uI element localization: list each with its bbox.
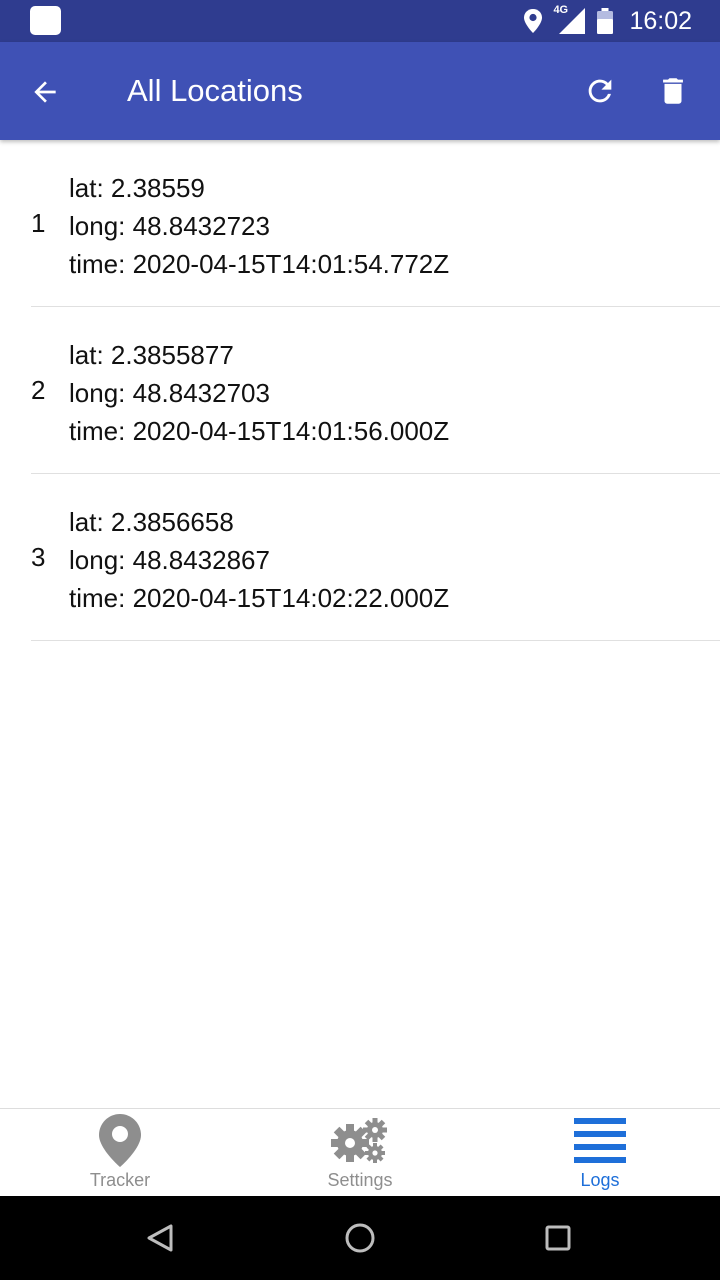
signal-status-icon: 4G — [553, 4, 587, 36]
status-indicators: 4G 16:02 — [523, 0, 692, 42]
longitude-text: long: 48.8432723 — [69, 211, 270, 241]
list-item[interactable]: 3 lat: 2.3856658 long: 48.8432867 time: … — [31, 474, 720, 641]
list-item-index: 3 — [31, 542, 46, 572]
menu-lines-icon — [574, 1117, 626, 1163]
network-type-label: 4G — [553, 4, 569, 16]
refresh-button[interactable] — [575, 66, 625, 116]
status-time: 16:02 — [629, 6, 692, 35]
location-status-icon — [524, 9, 543, 33]
status-bar: 4G 16:02 — [0, 0, 720, 42]
page-title: All Locations — [127, 73, 303, 108]
location-pin-icon — [99, 1114, 141, 1167]
arrow-back-icon — [34, 81, 56, 103]
square-recents-icon — [545, 1225, 571, 1251]
refresh-icon — [588, 79, 612, 103]
list-item-index: 1 — [31, 208, 46, 238]
timestamp-text: time: 2020-04-15T14:02:22.000Z — [69, 583, 450, 613]
app-notification-icon — [30, 6, 61, 35]
locations-list: 1 lat: 2.38559 long: 48.8432723 time: 20… — [0, 140, 720, 641]
timestamp-text: time: 2020-04-15T14:01:54.772Z — [69, 249, 450, 279]
system-back-button[interactable] — [135, 1213, 185, 1263]
list-item-details: lat: 2.38559 long: 48.8432723 time: 2020… — [69, 169, 449, 283]
triangle-back-icon — [147, 1224, 173, 1252]
tab-label: Logs — [580, 1170, 620, 1190]
delete-button[interactable] — [648, 66, 698, 116]
bottom-tab-bar: Tracker Settings Logs — [0, 1108, 720, 1196]
longitude-text: long: 48.8432703 — [69, 378, 270, 408]
list-item-index: 2 — [31, 375, 46, 405]
timestamp-text: time: 2020-04-15T14:01:56.000Z — [69, 416, 450, 446]
list-item-details: lat: 2.3856658 long: 48.8432867 time: 20… — [69, 503, 449, 617]
tab-logs[interactable]: Logs — [480, 1109, 720, 1196]
system-navigation-bar — [0, 1196, 720, 1280]
app-bar: All Locations — [0, 42, 720, 140]
trash-icon — [663, 78, 683, 104]
system-recents-button[interactable] — [533, 1213, 583, 1263]
tab-label: Tracker — [89, 1170, 151, 1190]
latitude-text: lat: 2.3856658 — [69, 507, 234, 537]
gears-icon — [331, 1117, 387, 1163]
tab-tracker[interactable]: Tracker — [0, 1109, 240, 1196]
tab-label: Settings — [327, 1170, 393, 1190]
back-button[interactable] — [20, 67, 70, 117]
latitude-text: lat: 2.3855877 — [69, 340, 234, 370]
system-home-button[interactable] — [335, 1213, 385, 1263]
list-item-details: lat: 2.3855877 long: 48.8432703 time: 20… — [69, 336, 449, 450]
battery-status-icon — [597, 8, 614, 34]
tab-settings[interactable]: Settings — [240, 1109, 480, 1196]
list-item[interactable]: 2 lat: 2.3855877 long: 48.8432703 time: … — [31, 307, 720, 474]
list-item[interactable]: 1 lat: 2.38559 long: 48.8432723 time: 20… — [31, 140, 720, 307]
longitude-text: long: 48.8432867 — [69, 545, 270, 575]
circle-home-icon — [345, 1223, 375, 1253]
latitude-text: lat: 2.38559 — [69, 173, 205, 203]
